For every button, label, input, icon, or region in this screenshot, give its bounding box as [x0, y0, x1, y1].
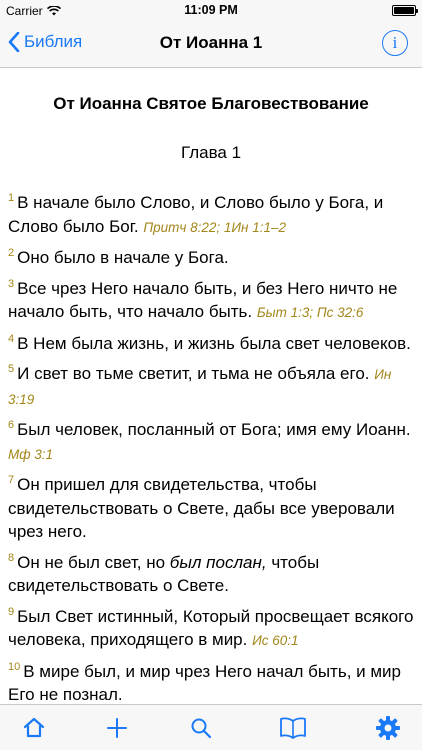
verse-number: 8 [8, 551, 15, 564]
verse-number: 1 [8, 192, 15, 204]
gear-icon [376, 716, 400, 740]
tab-bar [0, 704, 422, 750]
tab-home[interactable] [20, 715, 48, 741]
verse-text: Оно было в начале у Бога. [17, 248, 229, 267]
verse-text: Он не был свет, но [17, 552, 170, 572]
tab-books[interactable] [279, 715, 307, 741]
back-button-label: Библия [24, 32, 83, 51]
battery-icon [392, 5, 418, 16]
open-book-icon [280, 717, 306, 739]
verse-number: 5 [8, 363, 15, 375]
chapter-content[interactable]: От Иоанна Святое Благовествование Глава … [0, 68, 422, 704]
verse-list: 1В начале было Слово, и Слово было у Бог… [8, 187, 414, 704]
info-button[interactable]: i [382, 30, 408, 56]
verse-text: В мире был, и мир чрез Него начал быть, … [8, 661, 402, 705]
verse-number: 6 [8, 419, 15, 431]
verse[interactable]: 7 Он пришел для свидетельства, чтобы свид… [8, 469, 414, 544]
status-bar: Carrier 11:09 PM [0, 0, 422, 20]
verse[interactable]: 10 В мире был, и мир чрез Него начал быть… [8, 656, 414, 705]
verse[interactable]: 5И свет во тьме светит, и тьма не объяла… [8, 358, 414, 411]
verse-number: 9 [8, 605, 15, 618]
cross-reference-link[interactable]: Мф 3:1 [8, 447, 53, 462]
verse[interactable]: 9 Был Свет истинный, Который просвещает в… [8, 601, 414, 653]
cross-reference-link[interactable]: Быт 1:3; Пс 32:6 [257, 305, 364, 320]
verse[interactable]: 3 Все чрез Него начало быть, и без Него н… [8, 273, 414, 325]
tab-add[interactable] [103, 715, 131, 741]
plus-icon [107, 718, 127, 738]
verse-text: Был человек, посланный от Бога; имя ему … [17, 420, 411, 439]
verse-number: 2 [8, 247, 15, 259]
magnifier-icon [191, 718, 212, 739]
verse-text: И свет во тьме светит, и тьма не объяла … [17, 364, 370, 383]
verse[interactable]: 1В начале было Слово, и Слово было у Бог… [8, 187, 414, 239]
cross-reference-link[interactable]: Ис 60:1 [252, 633, 298, 648]
verse-number: 4 [8, 332, 15, 345]
verse-text: В Нем была жизнь, и жизнь была свет чело… [17, 333, 411, 353]
verse-text: Он пришел для свидетельства, чтобы свиде… [8, 475, 395, 541]
verse-number: 10 [8, 660, 21, 673]
status-time: 11:09 PM [184, 3, 238, 17]
verse-number: 3 [8, 277, 15, 290]
verse[interactable]: 8 Он не был свет, но был послан, чтобы св… [8, 547, 414, 598]
verse[interactable]: 6 Был человек, посланный от Бога; имя ему… [8, 414, 414, 466]
cross-reference-link[interactable]: Притч 8:22; 1Ин 1:1–2 [143, 220, 286, 235]
back-button[interactable]: Библия [8, 32, 82, 52]
verse-text: Был Свет истинный, Который просвещает вс… [8, 606, 414, 650]
chapter-title: Глава 1 [180, 143, 242, 162]
navigation-bar: Библия От Иоанна 1 i [0, 20, 422, 68]
verse[interactable]: 2 Оно было в начале у Бога. [8, 242, 414, 270]
verse[interactable]: 4В Нем была жизнь, и жизнь была свет чел… [8, 328, 414, 356]
chevron-left-icon [8, 32, 20, 52]
tab-search[interactable] [187, 715, 215, 741]
house-icon [23, 717, 45, 738]
tab-settings[interactable] [374, 715, 402, 741]
book-title: От Иоанна Святое Благовествование [53, 94, 369, 113]
verse-italic-text: был послан, [169, 552, 267, 572]
verse-number: 7 [8, 474, 15, 486]
